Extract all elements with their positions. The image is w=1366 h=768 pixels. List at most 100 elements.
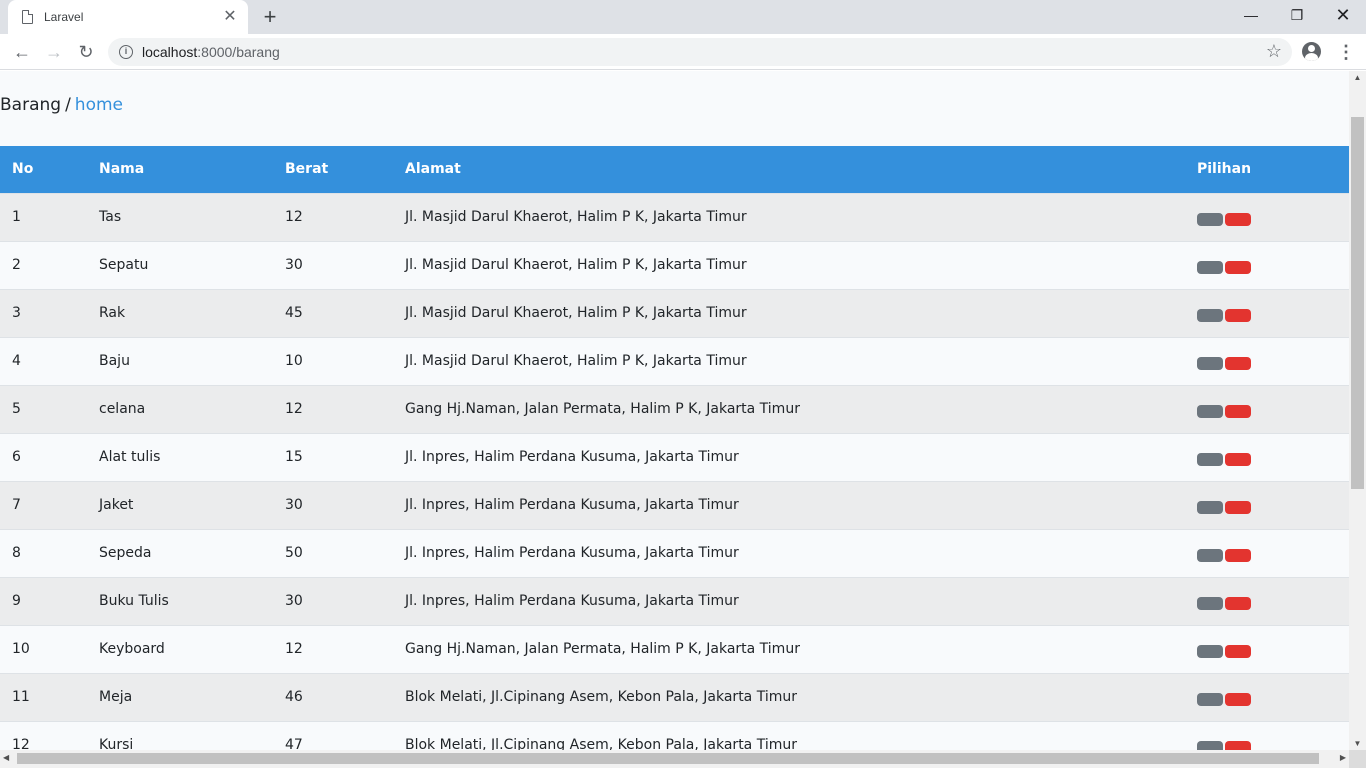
header-berat: Berat <box>285 161 329 178</box>
edit-button[interactable] <box>1197 500 1223 514</box>
delete-button[interactable] <box>1225 260 1251 274</box>
cell-berat: 30 <box>285 593 303 609</box>
breadcrumb-separator: / <box>65 95 71 115</box>
cell-pilihan <box>1185 577 1349 625</box>
cell-pilihan <box>1185 673 1349 721</box>
table-row: 8 Sepeda 50 Jl. Inpres, Halim Perdana Kusum… <box>0 529 1349 577</box>
edit-button[interactable] <box>1197 212 1223 226</box>
minimize-icon[interactable]: — <box>1228 0 1274 30</box>
browser-toolbar: ← → ↻ i localhost:8000/barang ☆ ⋮ <box>0 34 1366 70</box>
table-row: 4 Baju 10 Jl. Masjid Darul Khaerot, Halim P… <box>0 337 1349 385</box>
scroll-up-icon[interactable]: ▲ <box>1349 73 1366 82</box>
cell-no: 10 <box>12 641 30 657</box>
browser-tab-strip: Laravel ✕ + — ❐ ✕ <box>0 0 1366 34</box>
cell-berat: 12 <box>285 209 303 225</box>
table-row: 12 Kursi 47 Blok Melati, Jl.Cipinang Asem, … <box>0 721 1349 750</box>
delete-button[interactable] <box>1225 404 1251 418</box>
cell-berat: 45 <box>285 305 303 321</box>
scroll-down-icon[interactable]: ▼ <box>1349 739 1366 748</box>
edit-button[interactable] <box>1197 452 1223 466</box>
vertical-scrollbar[interactable]: ▲ ▼ <box>1349 71 1366 750</box>
table-row: 1 Tas 12 Jl. Masjid Darul Khaerot, Halim P … <box>0 193 1349 241</box>
delete-button[interactable] <box>1225 308 1251 322</box>
delete-button[interactable] <box>1225 500 1251 514</box>
cell-alamat: Jl. Masjid Darul Khaerot, Halim P K, Jak… <box>405 257 747 273</box>
cell-alamat: Jl. Masjid Darul Khaerot, Halim P K, Jak… <box>405 209 747 225</box>
cell-nama: Rak <box>99 305 126 321</box>
cell-alamat: Blok Melati, Jl.Cipinang Asem, Kebon Pal… <box>405 737 797 750</box>
back-arrow-icon[interactable]: ← <box>9 39 35 65</box>
table-row: 2 Sepatu 30 Jl. Masjid Darul Khaerot, Halim… <box>0 241 1349 289</box>
edit-button[interactable] <box>1197 356 1223 370</box>
horizontal-scroll-thumb[interactable] <box>17 753 1319 764</box>
cell-pilihan <box>1185 625 1349 673</box>
delete-button[interactable] <box>1225 644 1251 658</box>
edit-button[interactable] <box>1197 308 1223 322</box>
edit-button[interactable] <box>1197 404 1223 418</box>
cell-berat: 12 <box>285 401 303 417</box>
address-bar[interactable]: i localhost:8000/barang ☆ <box>108 38 1292 66</box>
cell-pilihan <box>1185 385 1349 433</box>
scroll-left-icon[interactable]: ◀ <box>3 753 9 762</box>
cell-pilihan <box>1185 721 1349 750</box>
breadcrumb-home-link[interactable]: home <box>75 95 123 115</box>
table-row: 6 Alat tulis 15 Jl. Inpres, Halim Perdana K… <box>0 433 1349 481</box>
edit-button[interactable] <box>1197 548 1223 562</box>
bookmark-star-icon[interactable]: ☆ <box>1266 41 1282 62</box>
cell-alamat: Jl. Inpres, Halim Perdana Kusuma, Jakart… <box>405 497 739 513</box>
cell-no: 1 <box>12 209 21 225</box>
more-menu-icon[interactable]: ⋮ <box>1337 43 1355 61</box>
reload-icon[interactable]: ↻ <box>73 39 99 65</box>
delete-button[interactable] <box>1225 548 1251 562</box>
delete-button[interactable] <box>1225 740 1251 750</box>
cell-no: 6 <box>12 449 21 465</box>
table-header-row: No Nama Berat Alamat Pilihan <box>0 146 1349 193</box>
cell-no: 9 <box>12 593 21 609</box>
forward-arrow-icon[interactable]: → <box>41 39 67 65</box>
document-icon <box>22 10 33 24</box>
url-text[interactable]: localhost:8000/barang <box>142 44 280 60</box>
table-row: 5 celana 12 Gang Hj.Naman, Jalan Permata, H… <box>0 385 1349 433</box>
cell-berat: 50 <box>285 545 303 561</box>
table-row: 9 Buku Tulis 30 Jl. Inpres, Halim Perdana K… <box>0 577 1349 625</box>
delete-button[interactable] <box>1225 596 1251 610</box>
cell-alamat: Jl. Inpres, Halim Perdana Kusuma, Jakart… <box>405 593 739 609</box>
table-body: 1 Tas 12 Jl. Masjid Darul Khaerot, Halim P … <box>0 193 1349 750</box>
account-icon[interactable] <box>1302 42 1321 61</box>
url-host: localhost <box>142 44 198 60</box>
cell-berat: 10 <box>285 353 303 369</box>
cell-nama: Keyboard <box>99 641 165 657</box>
new-tab-icon[interactable]: + <box>258 5 282 29</box>
scroll-right-icon[interactable]: ▶ <box>1340 753 1346 762</box>
edit-button[interactable] <box>1197 644 1223 658</box>
cell-no: 2 <box>12 257 21 273</box>
cell-pilihan <box>1185 289 1349 337</box>
restore-icon[interactable]: ❐ <box>1274 0 1320 30</box>
edit-button[interactable] <box>1197 740 1223 750</box>
cell-no: 8 <box>12 545 21 561</box>
window-close-icon[interactable]: ✕ <box>1320 0 1366 30</box>
delete-button[interactable] <box>1225 452 1251 466</box>
cell-nama: celana <box>99 401 146 417</box>
cell-pilihan <box>1185 241 1349 289</box>
cell-alamat: Jl. Inpres, Halim Perdana Kusuma, Jakart… <box>405 545 739 561</box>
delete-button[interactable] <box>1225 212 1251 226</box>
edit-button[interactable] <box>1197 596 1223 610</box>
tab-close-icon[interactable]: ✕ <box>220 7 240 27</box>
barang-table: No Nama Berat Alamat Pilihan 1 Tas 12 Jl. Masji… <box>0 146 1349 750</box>
horizontal-scrollbar[interactable]: ◀ ▶ <box>0 750 1349 768</box>
cell-alamat: Gang Hj.Naman, Jalan Permata, Halim P K,… <box>405 401 800 417</box>
cell-nama: Meja <box>99 689 133 705</box>
edit-button[interactable] <box>1197 260 1223 274</box>
cell-nama: Alat tulis <box>99 449 161 465</box>
delete-button[interactable] <box>1225 356 1251 370</box>
delete-button[interactable] <box>1225 692 1251 706</box>
cell-nama: Sepatu <box>99 257 149 273</box>
table-row: 3 Rak 45 Jl. Masjid Darul Khaerot, Halim P … <box>0 289 1349 337</box>
cell-pilihan <box>1185 433 1349 481</box>
header-alamat: Alamat <box>405 161 461 178</box>
info-icon[interactable]: i <box>119 45 133 59</box>
vertical-scroll-thumb[interactable] <box>1351 117 1364 489</box>
browser-tab[interactable]: Laravel ✕ <box>8 0 248 34</box>
edit-button[interactable] <box>1197 692 1223 706</box>
